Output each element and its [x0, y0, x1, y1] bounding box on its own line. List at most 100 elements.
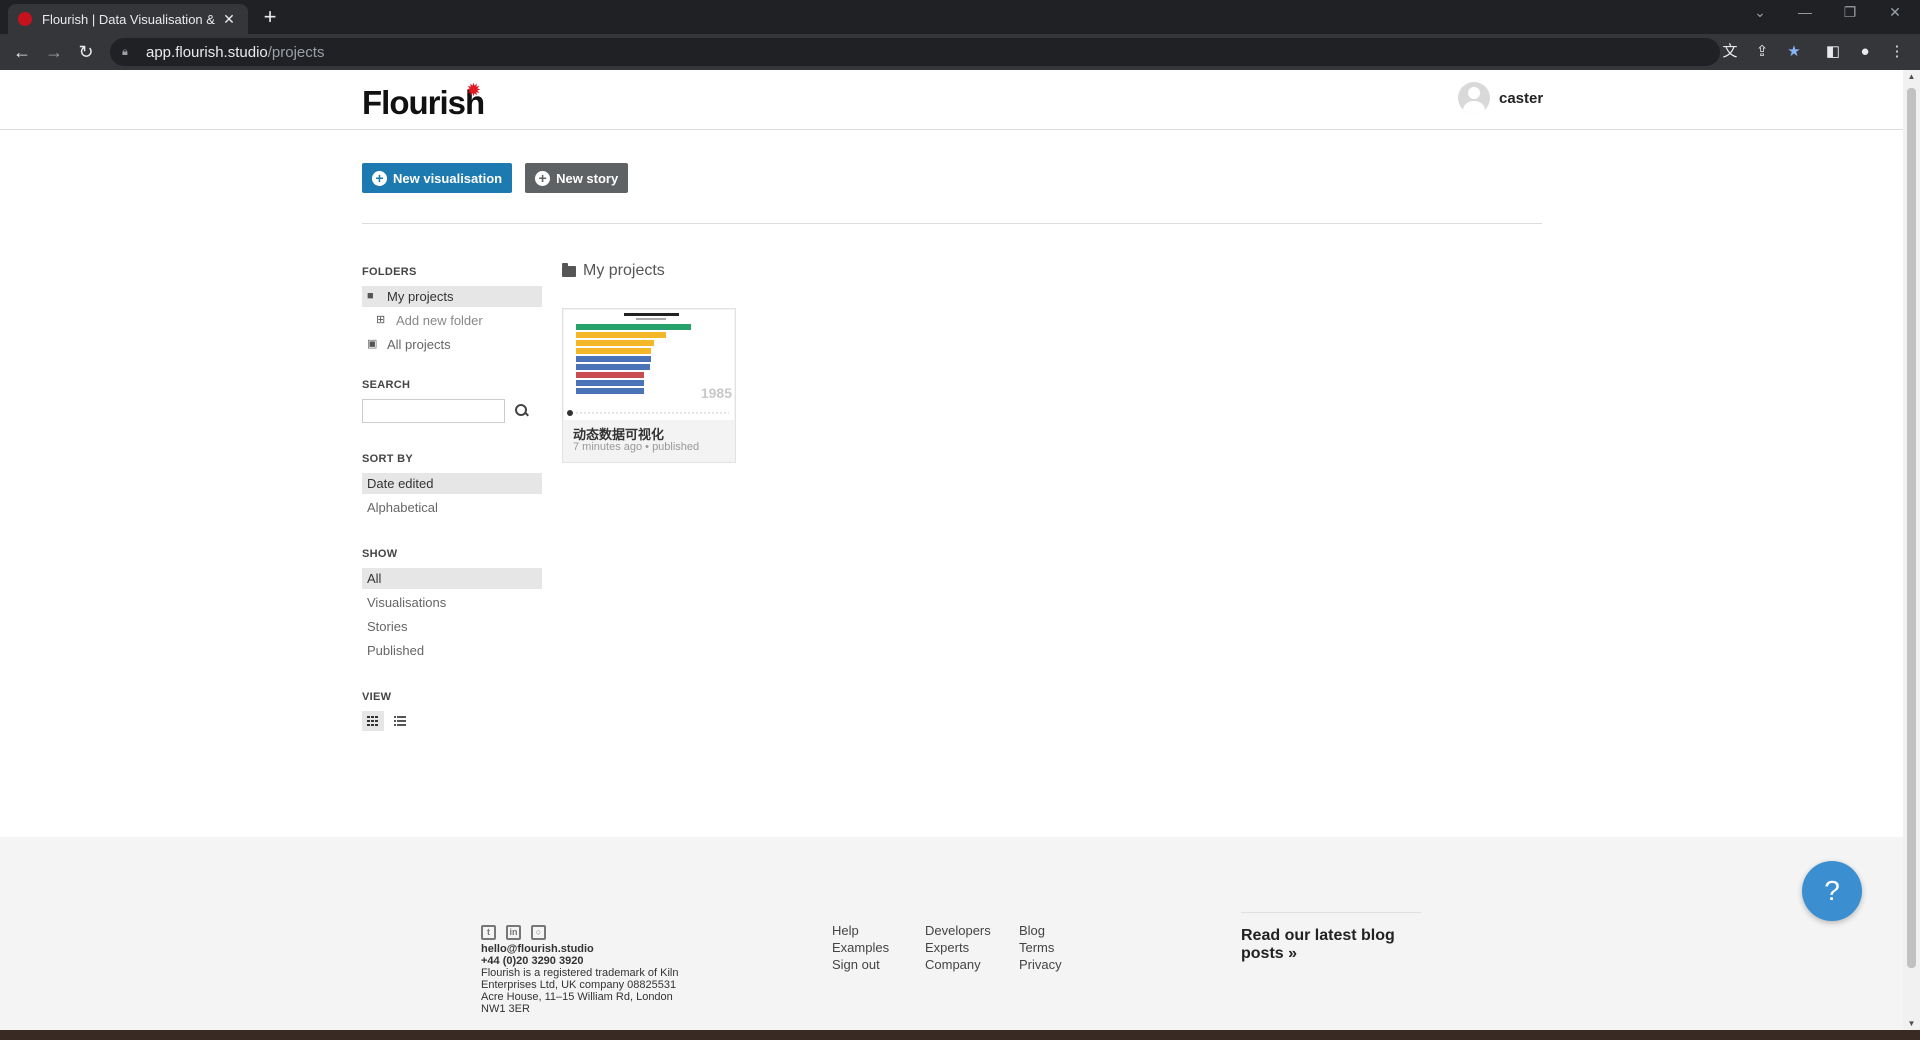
- share-icon[interactable]: ⇪: [1752, 42, 1772, 62]
- grid-view-button[interactable]: [362, 711, 384, 731]
- thumbnail-bar: [576, 380, 644, 386]
- scroll-up-icon[interactable]: ▲: [1903, 72, 1920, 81]
- footer: t in ○ hello@flourish.studio +44 (0)20 3…: [0, 837, 1903, 1040]
- search-input[interactable]: [362, 399, 505, 423]
- list-icon: [394, 716, 406, 726]
- minimize-icon[interactable]: —: [1785, 4, 1825, 20]
- new-tab-icon[interactable]: +: [258, 5, 282, 29]
- page: Flourish ✹ caster + New visualisation + …: [0, 70, 1920, 1040]
- blog-cta-link[interactable]: Read our latest blog posts »: [1241, 912, 1421, 963]
- translate-icon[interactable]: 文: [1720, 42, 1740, 62]
- plus-circle-icon: +: [372, 170, 387, 186]
- thumbnail-bar: [576, 388, 644, 394]
- new-visualisation-label: New visualisation: [393, 170, 503, 186]
- show-published[interactable]: Published: [362, 640, 542, 661]
- search-heading: SEARCH: [362, 379, 411, 391]
- footer-link-examples[interactable]: Examples: [832, 939, 889, 956]
- instagram-icon[interactable]: ○: [531, 925, 546, 940]
- footer-link-developers[interactable]: Developers: [925, 922, 991, 939]
- project-card[interactable]: 1985 动态数据可视化 7 minutes ago • published: [562, 308, 736, 463]
- profile-icon[interactable]: ●: [1855, 42, 1875, 62]
- footer-link-terms[interactable]: Terms: [1019, 939, 1062, 956]
- thumbnail-bar: [576, 348, 651, 354]
- page-scrollbar[interactable]: ▲ ▼: [1903, 70, 1920, 1030]
- linkedin-icon[interactable]: in: [506, 925, 521, 940]
- search-icon[interactable]: [515, 404, 529, 418]
- folders-heading: FOLDERS: [362, 266, 417, 278]
- project-thumbnail: 1985: [564, 310, 734, 420]
- lock-icon: 🔒︎: [122, 45, 128, 58]
- footer-col-2: Developers Experts Company: [925, 922, 991, 973]
- tab-search-icon[interactable]: ⌄: [1740, 4, 1780, 21]
- list-view-button[interactable]: [389, 711, 411, 731]
- footer-link-company[interactable]: Company: [925, 956, 991, 973]
- thumbnail-play-mark: [567, 410, 573, 416]
- show-stories[interactable]: Stories: [362, 616, 542, 637]
- url-host: app.flourish.studio: [146, 43, 268, 61]
- footer-link-sign-out[interactable]: Sign out: [832, 956, 889, 973]
- folder-all-projects-label: All projects: [387, 337, 451, 352]
- bookmark-star-icon[interactable]: ★: [1784, 42, 1804, 62]
- browser-tab-bar: Flourish | Data Visualisation & ✕ + ⌄ — …: [0, 0, 1920, 34]
- thumbnail-bar: [576, 332, 666, 338]
- thumbnail-title-mark: [624, 313, 679, 316]
- thumbnail-year: 1985: [701, 385, 732, 401]
- avatar: [1458, 82, 1490, 114]
- tab-title: Flourish | Data Visualisation &: [42, 11, 215, 27]
- footer-link-experts[interactable]: Experts: [925, 939, 991, 956]
- user-menu[interactable]: caster: [1458, 82, 1543, 114]
- sort-alphabetical[interactable]: Alphabetical: [362, 497, 542, 518]
- add-new-folder-label: Add new folder: [396, 313, 483, 328]
- help-button[interactable]: ?: [1802, 861, 1862, 921]
- forward-icon[interactable]: →: [42, 41, 66, 63]
- twitter-icon[interactable]: t: [481, 925, 496, 940]
- thumbnail-bar: [576, 356, 651, 362]
- plus-circle-icon: +: [535, 170, 551, 186]
- close-window-icon[interactable]: ✕: [1875, 4, 1915, 21]
- address-bar[interactable]: 🔒︎ app.flourish.studio/projects: [110, 38, 1720, 66]
- divider: [362, 223, 1542, 224]
- footer-phone: +44 (0)20 3290 3920: [481, 955, 584, 967]
- browser-tab[interactable]: Flourish | Data Visualisation & ✕: [8, 4, 248, 34]
- footer-link-help[interactable]: Help: [832, 922, 889, 939]
- plus-square-icon: ⊞: [376, 314, 386, 326]
- back-icon[interactable]: ←: [10, 41, 34, 63]
- thumbnail-subtitle-mark: [636, 318, 666, 320]
- project-meta: 7 minutes ago • published: [573, 441, 700, 453]
- action-bar: + New visualisation + New story: [362, 163, 641, 193]
- folder-all-projects[interactable]: ▣ All projects: [362, 334, 542, 355]
- grid-icon: [367, 716, 379, 726]
- footer-email[interactable]: hello@flourish.studio: [481, 943, 681, 955]
- footer-address: Acre House, 11–15 William Rd, London NW1…: [481, 991, 673, 1015]
- content-title: My projects: [562, 262, 665, 280]
- sidebar: FOLDERS ■ My projects ⊞ Add new folder ▣…: [362, 266, 542, 761]
- menu-icon[interactable]: ⋮: [1887, 42, 1907, 62]
- folder-my-projects[interactable]: ■ My projects: [362, 286, 542, 307]
- footer-legal: Flourish is a registered trademark of Ki…: [481, 967, 679, 991]
- archive-icon: ▣: [367, 338, 378, 350]
- folder-icon: [562, 262, 576, 277]
- show-visualisations[interactable]: Visualisations: [362, 592, 542, 613]
- scrollbar-thumb[interactable]: [1907, 88, 1916, 968]
- sort-date-edited[interactable]: Date edited: [362, 473, 542, 494]
- close-tab-icon[interactable]: ✕: [220, 11, 238, 28]
- username: caster: [1499, 89, 1544, 107]
- footer-link-blog[interactable]: Blog: [1019, 922, 1062, 939]
- add-new-folder[interactable]: ⊞ Add new folder: [362, 310, 542, 331]
- thumbnail-bar: [576, 340, 654, 346]
- thumbnail-bar: [576, 372, 644, 378]
- side-panel-icon[interactable]: ◧: [1823, 42, 1843, 62]
- footer-contact: hello@flourish.studio +44 (0)20 3290 392…: [481, 943, 681, 1015]
- new-visualisation-button[interactable]: + New visualisation: [362, 163, 513, 193]
- folder-icon: ■: [367, 290, 374, 302]
- show-heading: SHOW: [362, 548, 398, 560]
- show-all[interactable]: All: [362, 568, 542, 589]
- restore-icon[interactable]: ❐: [1830, 4, 1870, 21]
- footer-col-3: Blog Terms Privacy: [1019, 922, 1062, 973]
- footer-link-privacy[interactable]: Privacy: [1019, 956, 1062, 973]
- new-story-button[interactable]: + New story: [525, 163, 629, 193]
- footer-col-1: Help Examples Sign out: [832, 922, 889, 973]
- reload-icon[interactable]: ↻: [74, 41, 98, 63]
- thumbnail-bar: [576, 324, 691, 330]
- scroll-down-icon[interactable]: ▼: [1903, 1019, 1920, 1028]
